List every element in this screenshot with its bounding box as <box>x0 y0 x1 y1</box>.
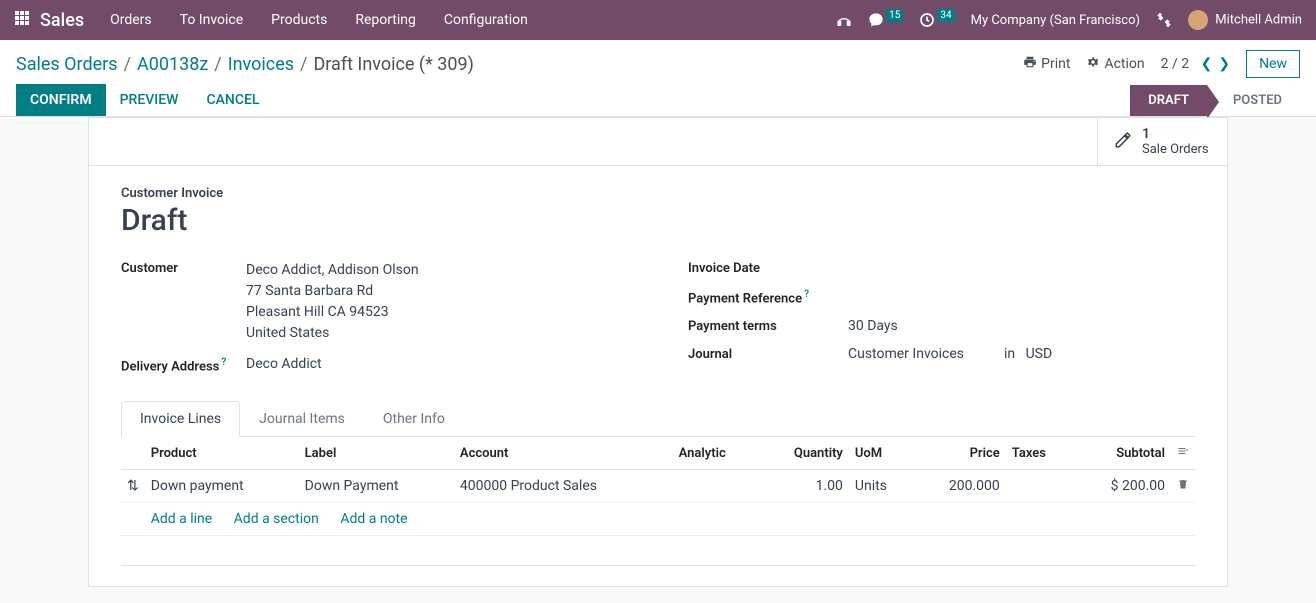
cancel-button[interactable]: CANCEL <box>192 84 273 116</box>
nav-menu: Orders To Invoice Products Reporting Con… <box>110 12 528 28</box>
tab-other-info[interactable]: Other Info <box>364 401 464 437</box>
th-quantity[interactable]: Quantity <box>759 437 849 470</box>
tab-journal-items[interactable]: Journal Items <box>240 401 364 437</box>
form-sheet: 1 Sale Orders Customer Invoice Draft Cus… <box>88 117 1228 587</box>
breadcrumb-order[interactable]: A00138z <box>137 54 208 75</box>
th-subtotal[interactable]: Subtotal <box>1074 437 1171 470</box>
breadcrumb-sep: / <box>214 54 221 75</box>
confirm-button[interactable]: CONFIRM <box>16 84 106 116</box>
invoice-lines-table: Product Label Account Analytic Quantity … <box>121 437 1195 566</box>
th-uom[interactable]: UoM <box>849 437 914 470</box>
status-draft[interactable]: DRAFT <box>1130 85 1207 116</box>
status-posted[interactable]: POSTED <box>1207 85 1300 116</box>
pencil-icon <box>1114 131 1132 153</box>
messages-badge: 15 <box>886 9 903 22</box>
delete-row-icon[interactable] <box>1171 470 1195 503</box>
payment-terms-label: Payment terms <box>688 318 848 334</box>
action-button[interactable]: Action <box>1086 55 1144 73</box>
journal-value[interactable]: Customer Invoices <box>848 346 964 362</box>
print-icon <box>1023 55 1037 73</box>
invoice-date-label: Invoice Date <box>688 260 848 276</box>
cell-subtotal: $ 200.00 <box>1074 470 1171 503</box>
pager-text[interactable]: 2 / 2 <box>1161 56 1189 72</box>
breadcrumb-sep: / <box>300 54 307 75</box>
menu-configuration[interactable]: Configuration <box>444 12 528 28</box>
th-price[interactable]: Price <box>913 437 1005 470</box>
th-account[interactable]: Account <box>454 437 673 470</box>
messages-icon[interactable]: 15 <box>868 12 903 28</box>
pager-prev-icon[interactable]: ❮ <box>1201 56 1213 72</box>
th-analytic[interactable]: Analytic <box>673 437 760 470</box>
journal-currency[interactable]: USD <box>1026 346 1053 362</box>
th-taxes[interactable]: Taxes <box>1006 437 1074 470</box>
add-note-link[interactable]: Add a note <box>340 511 407 527</box>
breadcrumb-sep: / <box>124 54 131 75</box>
delivery-label: Delivery Address? <box>121 356 246 374</box>
menu-orders[interactable]: Orders <box>110 12 152 28</box>
page-title: Draft <box>121 203 1195 238</box>
menu-to-invoice[interactable]: To Invoice <box>180 12 244 28</box>
print-button[interactable]: Print <box>1023 55 1070 73</box>
payment-terms-value[interactable]: 30 Days <box>848 318 1195 334</box>
user-menu[interactable]: Mitchell Admin <box>1188 10 1302 30</box>
apps-icon[interactable] <box>14 10 30 30</box>
pager: 2 / 2 ❮ ❯ <box>1161 56 1230 72</box>
tab-invoice-lines[interactable]: Invoice Lines <box>121 401 240 437</box>
stat-label: Sale Orders <box>1142 142 1209 157</box>
table-row[interactable]: ⇅ Down payment Down Payment 400000 Produ… <box>121 470 1195 503</box>
form-scroll[interactable]: 1 Sale Orders Customer Invoice Draft Cus… <box>0 117 1316 598</box>
pager-next-icon[interactable]: ❯ <box>1218 56 1230 72</box>
customer-label: Customer <box>121 260 246 276</box>
support-icon[interactable] <box>836 12 852 28</box>
cell-account[interactable]: 400000 Product Sales <box>454 470 673 503</box>
add-section-link[interactable]: Add a section <box>234 511 319 527</box>
breadcrumb-current: Draft Invoice (* 309) <box>313 54 473 75</box>
company-selector[interactable]: My Company (San Francisco) <box>971 13 1140 28</box>
control-panel: Sales Orders / A00138z / Invoices / Draf… <box>0 40 1316 117</box>
breadcrumb: Sales Orders / A00138z / Invoices / Draf… <box>16 54 474 75</box>
cell-product[interactable]: Down payment <box>145 470 299 503</box>
cell-quantity[interactable]: 1.00 <box>759 470 849 503</box>
user-name: Mitchell Admin <box>1215 12 1302 27</box>
cell-taxes[interactable] <box>1006 470 1074 503</box>
new-button[interactable]: New <box>1246 50 1300 78</box>
cell-price[interactable]: 200.000 <box>913 470 1005 503</box>
activities-icon[interactable]: 34 <box>919 12 954 28</box>
cell-label[interactable]: Down Payment <box>299 470 454 503</box>
breadcrumb-sales-orders[interactable]: Sales Orders <box>16 54 118 75</box>
delivery-value[interactable]: Deco Addict <box>246 356 628 372</box>
activities-badge: 34 <box>937 9 954 22</box>
th-product[interactable]: Product <box>145 437 299 470</box>
debug-icon[interactable] <box>1156 12 1172 28</box>
stat-count: 1 <box>1142 126 1209 142</box>
doc-type-label: Customer Invoice <box>121 186 1195 201</box>
payment-ref-label: Payment Reference? <box>688 288 848 306</box>
avatar <box>1188 10 1208 30</box>
breadcrumb-invoices[interactable]: Invoices <box>228 54 294 75</box>
customer-value[interactable]: Deco Addict, Addison Olson 77 Santa Barb… <box>246 260 628 344</box>
journal-label: Journal <box>688 346 848 362</box>
cell-analytic[interactable] <box>673 470 760 503</box>
add-line-link[interactable]: Add a line <box>151 511 212 527</box>
columns-options-icon[interactable] <box>1171 437 1195 470</box>
drag-handle-icon[interactable]: ⇅ <box>121 470 145 503</box>
help-icon[interactable]: ? <box>221 357 226 368</box>
help-icon[interactable]: ? <box>804 289 809 300</box>
menu-products[interactable]: Products <box>271 12 327 28</box>
journal-in: in <box>1004 346 1015 362</box>
stat-sale-orders[interactable]: 1 Sale Orders <box>1097 118 1227 165</box>
cell-uom[interactable]: Units <box>849 470 914 503</box>
tabs: Invoice Lines Journal Items Other Info <box>121 400 1195 437</box>
gear-icon <box>1086 55 1100 73</box>
top-navbar: Sales Orders To Invoice Products Reporti… <box>0 0 1316 40</box>
th-label[interactable]: Label <box>299 437 454 470</box>
app-name[interactable]: Sales <box>40 10 84 31</box>
menu-reporting[interactable]: Reporting <box>355 12 416 28</box>
preview-button[interactable]: PREVIEW <box>106 84 193 116</box>
